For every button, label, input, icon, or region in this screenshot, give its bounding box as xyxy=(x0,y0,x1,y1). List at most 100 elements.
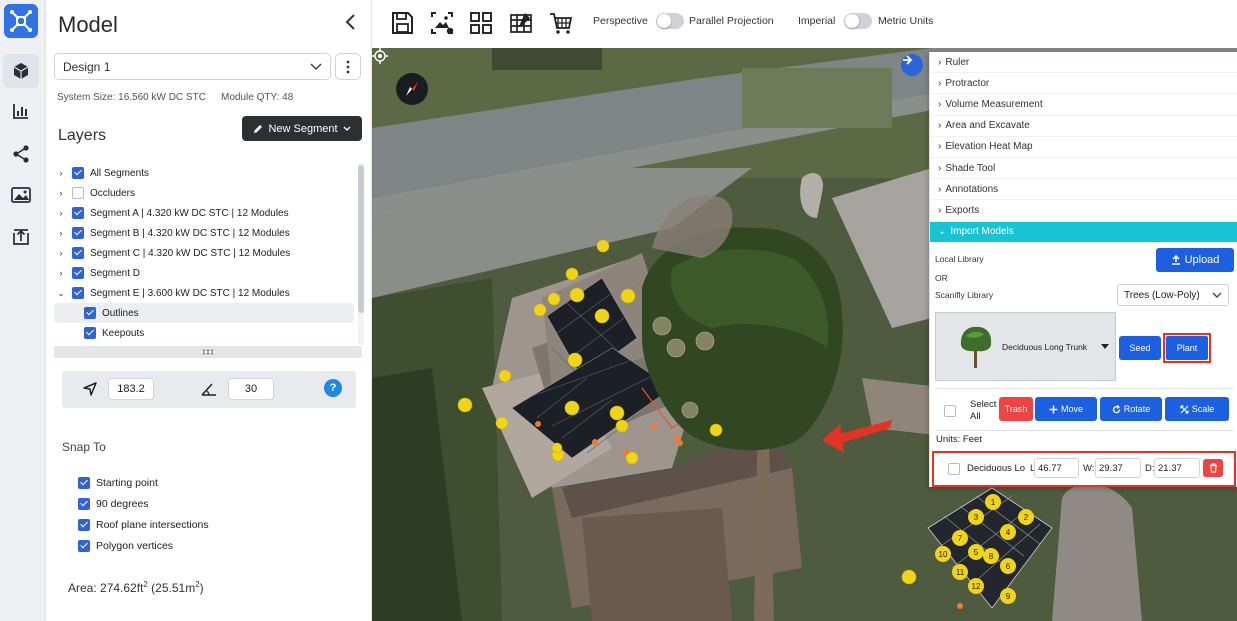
layer-row-all-segments[interactable]: › All Segments xyxy=(54,163,354,183)
snap-starting-point[interactable]: Starting point xyxy=(78,475,158,491)
panel-layout-icon[interactable] xyxy=(508,10,534,36)
layer-checkbox[interactable] xyxy=(72,227,84,239)
snap-roof-intersections[interactable]: Roof plane intersections xyxy=(78,517,209,533)
tree-thumbnail-icon xyxy=(960,326,992,368)
scale-button[interactable]: Scale xyxy=(1165,397,1229,421)
tool-ruler[interactable]: › Ruler xyxy=(930,52,1237,74)
chevron-right-icon: › xyxy=(938,120,942,132)
chevron-right-icon[interactable]: › xyxy=(54,228,68,238)
image-capture-icon[interactable] xyxy=(429,10,455,36)
pitch-input[interactable]: 30 xyxy=(228,378,274,400)
tool-import-models[interactable]: ⌄ Import Models xyxy=(930,221,1237,243)
select-all-checkbox[interactable] xyxy=(944,405,956,417)
layer-row-occluders[interactable]: › Occluders xyxy=(54,183,354,203)
imported-object-row[interactable]: Deciduous Lo L: 46.77 W: 29.37 D: 21.37 xyxy=(935,455,1233,483)
layer-label: Segment D xyxy=(90,267,141,279)
app-logo-icon[interactable] xyxy=(4,4,38,38)
snap-polygon-vertices[interactable]: Polygon vertices xyxy=(78,538,173,554)
share-icon[interactable] xyxy=(9,142,33,166)
layer-checkbox[interactable] xyxy=(72,167,84,179)
layer-checkbox[interactable] xyxy=(84,307,96,319)
tool-annotations[interactable]: › Annotations xyxy=(930,179,1237,201)
seed-button[interactable]: Seed xyxy=(1119,336,1161,360)
delete-object-button[interactable] xyxy=(1203,459,1223,477)
layer-row-segment-b[interactable]: › Segment B | 4.320 kW DC STC | 12 Modul… xyxy=(54,223,354,243)
help-button[interactable]: ? xyxy=(324,379,342,397)
layer-row-segment-d[interactable]: › Segment D xyxy=(54,263,354,283)
layer-checkbox[interactable] xyxy=(72,267,84,279)
collapse-panel-icon[interactable] xyxy=(342,12,360,32)
select-all[interactable]: Select All xyxy=(944,399,1002,423)
chevron-right-icon: › xyxy=(938,204,942,216)
design-select[interactable]: Design 1 xyxy=(54,53,331,80)
toggle-tools-button[interactable] xyxy=(901,54,923,76)
chart-icon[interactable] xyxy=(9,99,33,123)
layer-checkbox[interactable] xyxy=(72,247,84,259)
projection-toggle[interactable] xyxy=(656,13,684,29)
chevron-right-icon[interactable]: › xyxy=(54,208,68,218)
pitch-angle-icon xyxy=(201,383,216,396)
layer-row-segment-e[interactable]: ⌄ Segment E | 3.600 kW DC STC | 12 Modul… xyxy=(54,283,354,303)
rotate-button[interactable]: Rotate xyxy=(1100,397,1162,421)
scrollbar-thumb[interactable] xyxy=(358,165,364,313)
layers-title: Layers xyxy=(58,127,107,144)
tool-shade[interactable]: › Shade Tool xyxy=(930,158,1237,180)
area-m: (25.51m xyxy=(147,581,196,595)
layer-row-outlines[interactable]: Outlines xyxy=(54,303,354,323)
tool-volume-measurement[interactable]: › Volume Measurement xyxy=(930,94,1237,116)
design-menu-button[interactable] xyxy=(335,53,361,80)
plant-button[interactable]: Plant xyxy=(1166,336,1208,360)
azimuth-input[interactable]: 183.2 xyxy=(108,378,154,400)
layer-row-segment-a[interactable]: › Segment A | 4.320 kW DC STC | 12 Modul… xyxy=(54,203,354,223)
trash-button[interactable]: Trash xyxy=(999,397,1033,421)
snap-checkbox[interactable] xyxy=(78,477,90,489)
caret-down-icon[interactable] xyxy=(1101,344,1109,349)
compass-icon[interactable] xyxy=(396,73,428,105)
upload-tray-icon[interactable] xyxy=(9,225,33,249)
upload-button[interactable]: Upload xyxy=(1156,248,1234,272)
snap-checkbox[interactable] xyxy=(78,519,90,531)
model-cube-icon[interactable] xyxy=(3,54,39,88)
layer-row-segment-c[interactable]: › Segment C | 4.320 kW DC STC | 12 Modul… xyxy=(54,243,354,263)
layer-checkbox[interactable] xyxy=(72,207,84,219)
new-segment-button[interactable]: New Segment xyxy=(242,116,362,141)
chevron-right-icon[interactable]: › xyxy=(54,188,68,198)
chevron-right-icon[interactable]: › xyxy=(54,168,68,178)
grid-view-icon[interactable] xyxy=(468,10,494,36)
depth-input[interactable]: 21.37 xyxy=(1154,458,1200,478)
layer-scrollbar[interactable] xyxy=(358,163,364,345)
tool-area-excavate[interactable]: › Area and Excavate xyxy=(930,116,1237,137)
divider xyxy=(935,388,1233,389)
width-label: W: xyxy=(1083,463,1095,474)
object-checkbox[interactable] xyxy=(948,463,960,475)
units-toggle[interactable] xyxy=(844,13,872,29)
tool-exports[interactable]: › Exports xyxy=(930,200,1237,222)
save-icon[interactable] xyxy=(389,10,415,36)
model-picker[interactable]: Deciduous Long Trunk xyxy=(935,312,1116,381)
layer-checkbox[interactable] xyxy=(72,187,84,199)
layer-checkbox[interactable] xyxy=(72,287,84,299)
recenter-target-icon[interactable] xyxy=(372,48,388,64)
snap-90-degrees[interactable]: 90 degrees xyxy=(78,496,149,512)
length-input[interactable]: 46.77 xyxy=(1034,458,1079,478)
tool-protractor[interactable]: › Protractor xyxy=(930,73,1237,95)
layer-checkbox[interactable] xyxy=(84,327,96,339)
layer-row-keepouts[interactable]: Keepouts xyxy=(54,323,354,343)
resize-handle[interactable] xyxy=(54,346,362,358)
tool-elevation-heat-map[interactable]: › Elevation Heat Map xyxy=(930,137,1237,158)
move-button[interactable]: Move xyxy=(1035,397,1097,421)
icon-rail xyxy=(0,0,46,621)
tree-library-select[interactable]: Trees (Low-Poly) xyxy=(1117,284,1229,306)
tool-label: Protractor xyxy=(945,77,990,89)
chevron-down-icon[interactable]: ⌄ xyxy=(54,288,68,299)
snap-checkbox[interactable] xyxy=(78,498,90,510)
layer-label: Segment E | 3.600 kW DC STC | 12 Modules xyxy=(90,287,290,299)
cart-icon[interactable] xyxy=(548,10,574,36)
snap-checkbox[interactable] xyxy=(78,540,90,552)
width-input[interactable]: 29.37 xyxy=(1095,458,1141,478)
chevron-right-icon[interactable]: › xyxy=(54,248,68,258)
images-icon[interactable] xyxy=(9,183,33,207)
chevron-right-icon[interactable]: › xyxy=(54,268,68,278)
snap-label: Starting point xyxy=(96,477,158,489)
model-name: Deciduous Long Trunk xyxy=(1002,342,1088,352)
